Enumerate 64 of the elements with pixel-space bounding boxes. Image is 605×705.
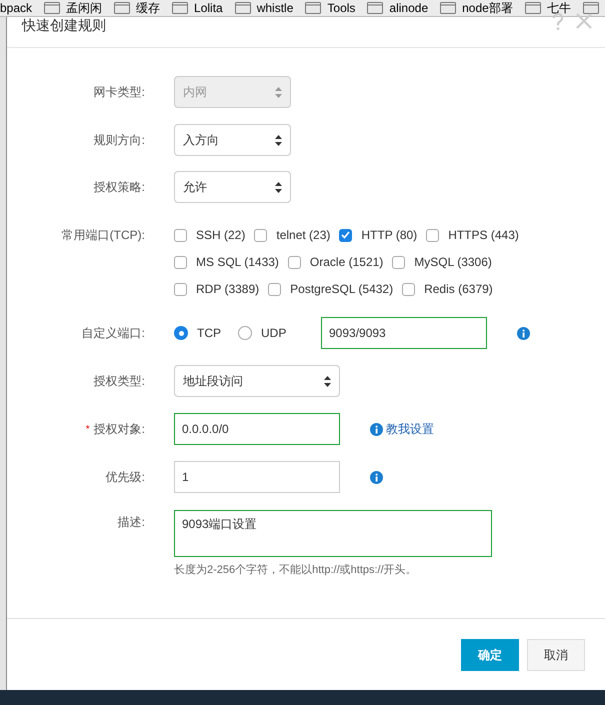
checkbox-label: Redis (6379) (424, 281, 493, 298)
updown-arrows-icon (275, 134, 282, 146)
cancel-button[interactable]: 取消 (527, 638, 585, 670)
updown-arrows-icon (324, 376, 331, 386)
bookmark-link[interactable]: 七牛 (546, 0, 571, 17)
bookmark-link[interactable]: whistle (256, 0, 294, 17)
checkbox[interactable] (268, 282, 282, 296)
field-label: 常用端口(TCP): (62, 227, 145, 244)
bookmark-link[interactable]: 孟闲闲 (66, 0, 102, 17)
checkbox[interactable] (288, 256, 301, 268)
checkbox-label: MySQL (3306) (414, 254, 492, 271)
checkbox[interactable] (174, 282, 187, 296)
field-label: 自定义端口: (82, 325, 145, 342)
checkbox[interactable] (174, 228, 187, 242)
checkbox[interactable] (254, 228, 268, 242)
input-field[interactable]: 0.0.0.0/0 (174, 413, 340, 445)
bookmark-link[interactable]: Tools (327, 0, 356, 17)
required-asterisk: * (86, 422, 90, 436)
updown-arrows-icon (275, 86, 282, 98)
checkbox-label: HTTP (80) (361, 227, 418, 244)
select-field[interactable]: 入方向 (174, 124, 291, 156)
bookmark-link[interactable]: node部署 (462, 0, 513, 17)
checkbox-label: SSH (22) (196, 227, 246, 244)
checkbox-label: MS SQL (1433) (196, 254, 279, 271)
close-icon[interactable] (576, 13, 592, 29)
bookmark-link[interactable]: alinode (389, 0, 428, 17)
checkbox[interactable] (339, 228, 352, 242)
field-label: 网卡类型: (94, 84, 145, 101)
radio-button[interactable] (174, 326, 188, 340)
field-label: 描述: (118, 514, 145, 531)
help-icon[interactable] (552, 13, 564, 31)
field-label: 授权对象: (94, 421, 145, 438)
input-field[interactable]: 9093端口设置 (174, 510, 492, 557)
checkbox[interactable] (392, 256, 406, 268)
checkbox[interactable] (402, 282, 416, 296)
checkbox-label: RDP (3389) (196, 281, 260, 298)
field-label: 授权类型: (94, 373, 145, 390)
radio-label: TCP (197, 325, 221, 342)
select-field[interactable]: 允许 (174, 171, 291, 203)
info-icon (370, 470, 383, 484)
field-label: 授权策略: (94, 179, 145, 196)
field-label: 规则方向: (94, 132, 145, 149)
checkbox[interactable] (426, 228, 440, 242)
bookmark-link[interactable]: bpack (0, 0, 32, 17)
hint-text: 长度为2-256个字符，不能以http://或https://开头。 (174, 562, 418, 578)
input-field[interactable]: 1 (174, 461, 340, 493)
checkbox-label: Oracle (1521) (310, 254, 384, 271)
input-field[interactable]: 9093/9093 (321, 317, 487, 349)
info-icon (517, 326, 530, 340)
checkbox-label: PostgreSQL (5432) (290, 281, 394, 298)
help-link[interactable]: 教我设置 (386, 420, 434, 438)
radio-label: UDP (261, 325, 286, 342)
checkbox[interactable] (174, 256, 187, 268)
dialog-title: 快速创建规则 (22, 16, 106, 35)
field-label: 优先级: (106, 469, 145, 486)
checkmark-icon (341, 231, 350, 239)
checkbox-label: HTTPS (443) (448, 227, 519, 244)
updown-arrows-icon (275, 182, 282, 192)
radio-button[interactable] (238, 326, 252, 340)
bookmark-link[interactable]: 缓存 (136, 0, 160, 17)
info-icon (370, 422, 383, 436)
bookmark-link[interactable]: Lolita (194, 0, 223, 17)
checkbox-label: telnet (23) (276, 227, 330, 244)
select-field[interactable]: 地址段访问 (174, 365, 340, 397)
